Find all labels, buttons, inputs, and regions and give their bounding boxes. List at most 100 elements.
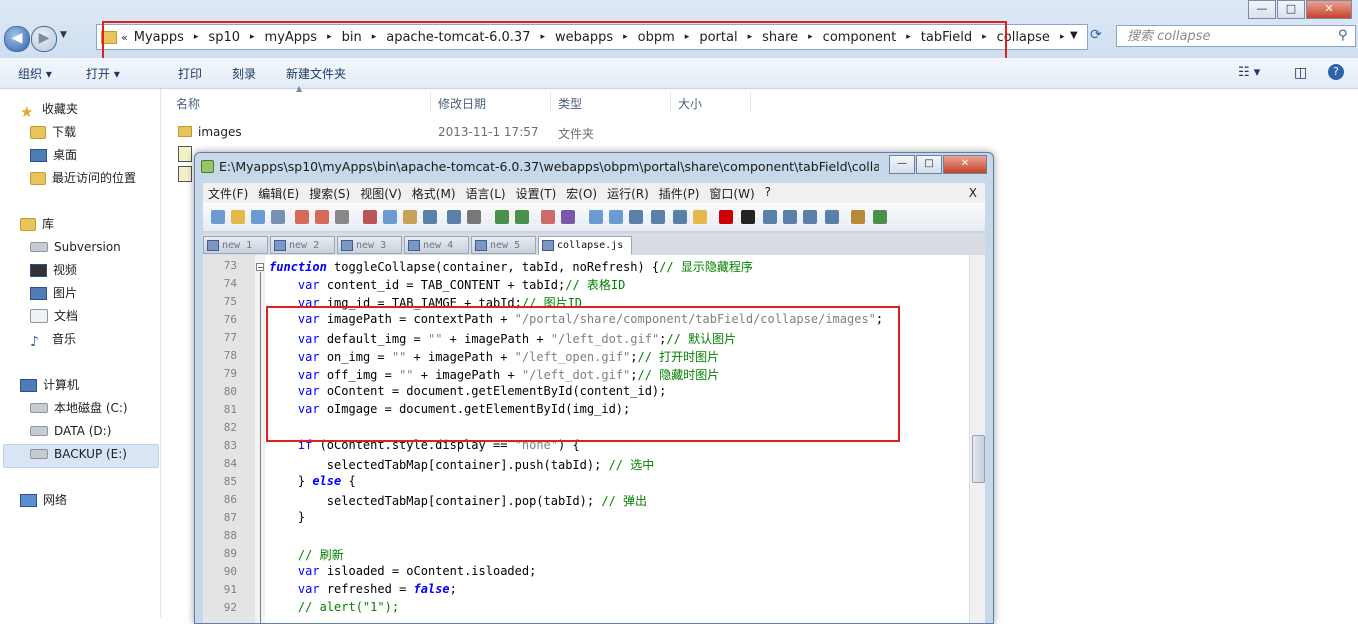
column-header-size[interactable]: 大小 — [678, 95, 702, 112]
toolbar-button-icon[interactable] — [315, 210, 329, 224]
document-tab[interactable]: new 4 — [404, 236, 469, 254]
sidebar-item-drive-d[interactable]: DATA (D:) — [30, 421, 111, 441]
document-tab[interactable]: new 3 — [337, 236, 402, 254]
organize-button[interactable]: 组织 ▾ — [18, 65, 52, 82]
toolbar-button-icon[interactable] — [629, 210, 643, 224]
menu-item[interactable]: 运行(R) — [607, 185, 649, 202]
sidebar-item-drive-e[interactable]: BACKUP (E:) — [30, 444, 127, 464]
toolbar-button-icon[interactable] — [673, 210, 687, 224]
toolbar-button-icon[interactable] — [825, 210, 839, 224]
toolbar-button-icon[interactable] — [295, 210, 309, 224]
toolbar-button-icon[interactable] — [873, 210, 887, 224]
toolbar-button-icon[interactable] — [271, 210, 285, 224]
sidebar-item-downloads[interactable]: 下载 — [30, 122, 76, 142]
open-button[interactable]: 打开 ▾ — [86, 65, 120, 82]
sidebar-item-documents[interactable]: 文档 — [30, 306, 78, 326]
address-dropdown-icon[interactable]: ▼ — [1070, 30, 1078, 41]
favorites-header[interactable]: ★ 收藏夹 — [20, 99, 78, 121]
toolbar-button-icon[interactable] — [719, 210, 733, 224]
menu-item[interactable]: 格式(M) — [412, 185, 456, 202]
column-divider[interactable] — [550, 92, 551, 112]
network-header[interactable]: 网络 — [20, 490, 67, 510]
toolbar-button-icon[interactable] — [423, 210, 437, 224]
column-divider[interactable] — [670, 92, 671, 112]
new-folder-button[interactable]: 新建文件夹 — [286, 65, 346, 82]
toolbar-button-icon[interactable] — [741, 210, 755, 224]
menu-item[interactable]: 文件(F) — [208, 185, 248, 202]
sidebar-item-subversion[interactable]: Subversion — [30, 237, 121, 257]
column-divider[interactable] — [430, 92, 431, 112]
toolbar-button-icon[interactable] — [403, 210, 417, 224]
forward-button[interactable]: ▶ — [31, 26, 57, 52]
sidebar-item-drive-c[interactable]: 本地磁盘 (C:) — [30, 398, 128, 418]
column-header-name[interactable]: 名称 — [176, 95, 200, 112]
toolbar-button-icon[interactable] — [363, 210, 377, 224]
toolbar-button-icon[interactable] — [609, 210, 623, 224]
menu-item[interactable]: 宏(O) — [566, 185, 597, 202]
menu-close-button[interactable]: X — [969, 186, 977, 200]
toolbar-button-icon[interactable] — [251, 210, 265, 224]
minimize-button[interactable]: — — [1248, 0, 1276, 19]
file-row[interactable]: images 2013-11-1 17:57 文件夹 — [178, 124, 678, 142]
breadcrumb-arrow-icon[interactable]: ▸ — [1056, 32, 1069, 42]
document-tab[interactable]: new 5 — [471, 236, 536, 254]
toolbar-button-icon[interactable] — [495, 210, 509, 224]
menu-item[interactable]: 编辑(E) — [258, 185, 299, 202]
document-tab[interactable]: collapse.js — [538, 236, 632, 255]
sidebar-item-recent[interactable]: 最近访问的位置 — [30, 168, 136, 188]
search-input[interactable]: 搜索 collapse — [1116, 25, 1356, 47]
vertical-scrollbar[interactable] — [969, 255, 985, 623]
toolbar-button-icon[interactable] — [763, 210, 777, 224]
scrollbar-thumb[interactable] — [972, 435, 985, 483]
back-button[interactable]: ◀ — [4, 26, 30, 52]
toolbar-button-icon[interactable] — [383, 210, 397, 224]
preview-pane-icon[interactable]: ◫ — [1294, 65, 1307, 81]
toolbar-button-icon[interactable] — [589, 210, 603, 224]
computer-header[interactable]: 计算机 — [20, 375, 79, 395]
sidebar-item-music[interactable]: ♪ 音乐 — [30, 329, 76, 350]
column-header-type[interactable]: 类型 — [558, 95, 582, 112]
toolbar-button-icon[interactable] — [651, 210, 665, 224]
close-button[interactable]: ✕ — [1306, 0, 1352, 19]
document-tab[interactable]: new 1 — [203, 236, 268, 254]
toolbar-button-icon[interactable] — [467, 210, 481, 224]
menu-item[interactable]: 搜索(S) — [309, 185, 350, 202]
toolbar-button-icon[interactable] — [211, 210, 225, 224]
menu-item[interactable]: ? — [765, 185, 771, 202]
menu-item[interactable]: 窗口(W) — [709, 185, 754, 202]
script-file-icon[interactable] — [178, 166, 192, 182]
burn-button[interactable]: 刻录 — [232, 65, 256, 82]
refresh-icon[interactable]: ⟳ — [1090, 27, 1102, 43]
sidebar-item-pictures[interactable]: 图片 — [30, 283, 77, 303]
script-file-icon[interactable] — [178, 146, 192, 162]
toolbar-button-icon[interactable] — [447, 210, 461, 224]
column-header-modified[interactable]: 修改日期 — [438, 95, 486, 112]
print-button[interactable]: 打印 — [178, 65, 202, 82]
menu-item[interactable]: 插件(P) — [659, 185, 700, 202]
minimize-button[interactable]: — — [889, 155, 915, 174]
close-button[interactable]: ✕ — [943, 155, 987, 174]
history-dropdown-icon[interactable]: ▼ — [60, 30, 67, 40]
toolbar-button-icon[interactable] — [693, 210, 707, 224]
toolbar-button-icon[interactable] — [803, 210, 817, 224]
help-icon[interactable]: ? — [1328, 64, 1344, 80]
toolbar-button-icon[interactable] — [561, 210, 575, 224]
column-divider[interactable] — [750, 92, 751, 112]
fold-minus-icon[interactable]: − — [256, 263, 264, 272]
toolbar-button-icon[interactable] — [851, 210, 865, 224]
toolbar-button-icon[interactable] — [231, 210, 245, 224]
menu-item[interactable]: 视图(V) — [360, 185, 402, 202]
maximize-button[interactable]: □ — [1277, 0, 1305, 19]
toolbar-button-icon[interactable] — [515, 210, 529, 224]
sidebar-item-videos[interactable]: 视频 — [30, 260, 77, 280]
document-tab[interactable]: new 2 — [270, 236, 335, 254]
toolbar-button-icon[interactable] — [541, 210, 555, 224]
libraries-header[interactable]: 库 — [20, 214, 54, 234]
view-options-icon[interactable]: ☷ ▾ — [1238, 65, 1260, 80]
sidebar-item-desktop[interactable]: 桌面 — [30, 145, 77, 165]
maximize-button[interactable]: □ — [916, 155, 942, 174]
menu-item[interactable]: 设置(T) — [516, 185, 557, 202]
toolbar-button-icon[interactable] — [335, 210, 349, 224]
menu-item[interactable]: 语言(L) — [466, 185, 506, 202]
toolbar-button-icon[interactable] — [783, 210, 797, 224]
